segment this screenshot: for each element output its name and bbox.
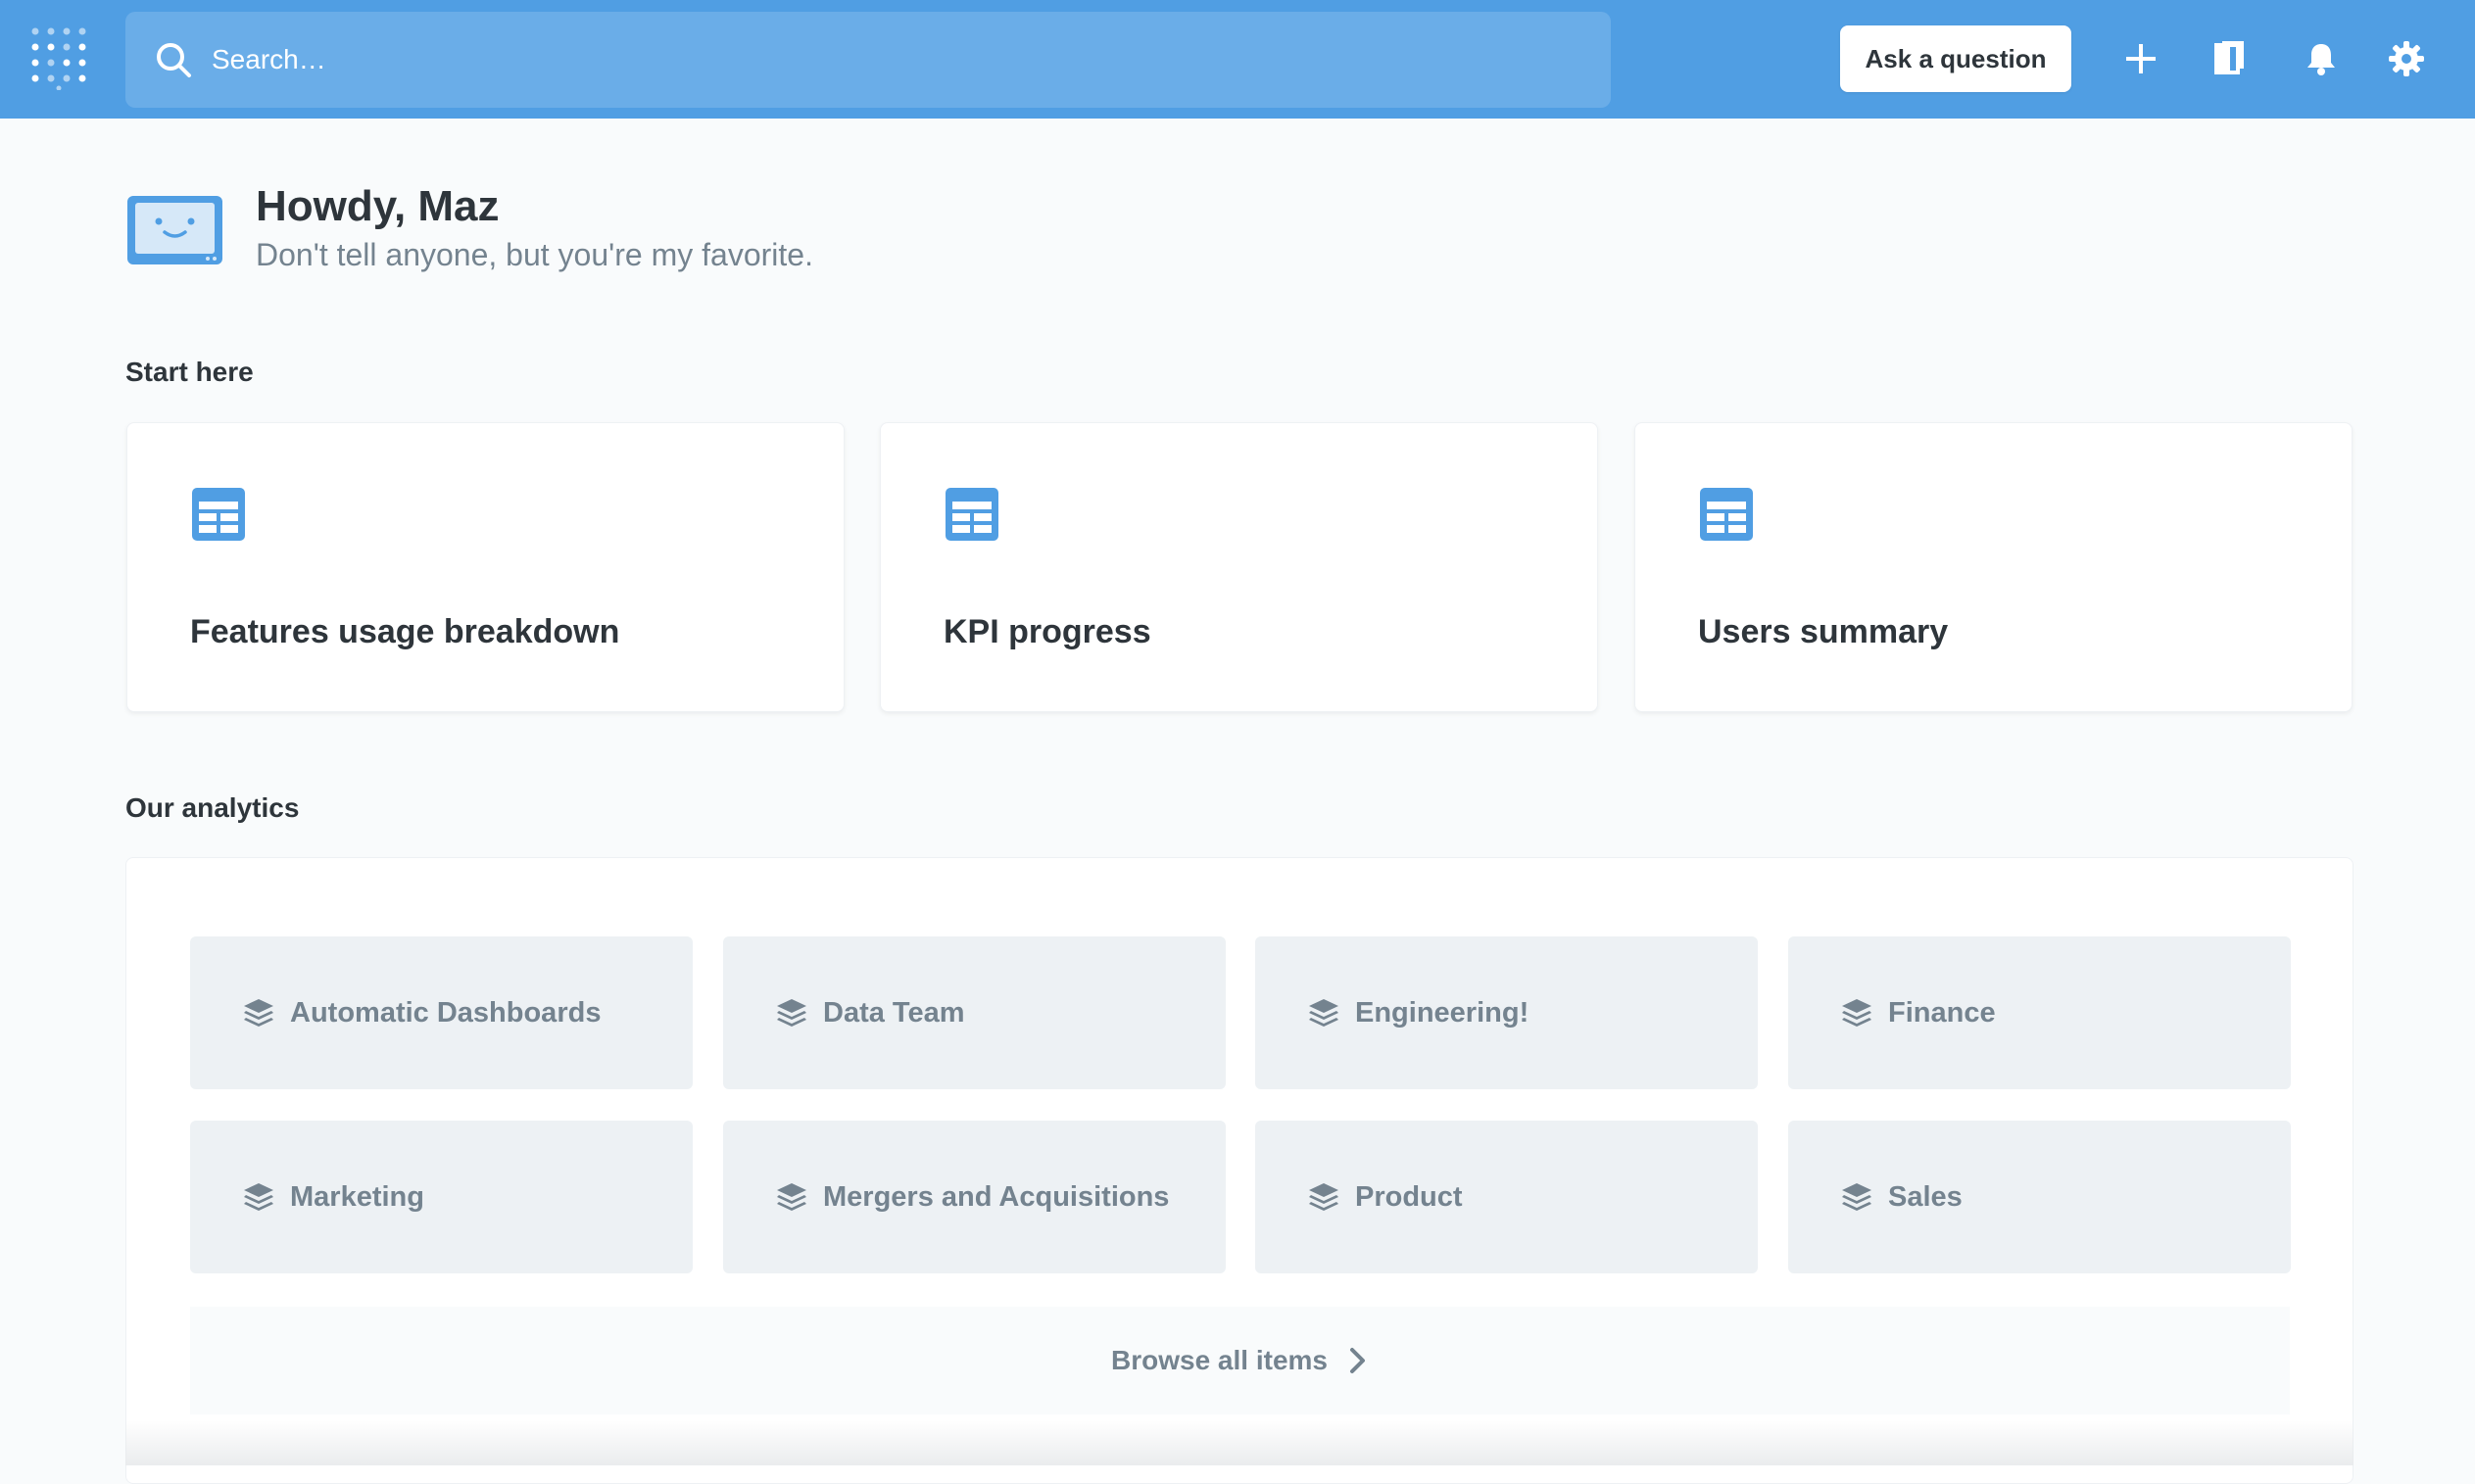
collection-stack-icon bbox=[1307, 996, 1340, 1029]
greeting-subtitle: Don't tell anyone, but you're my favorit… bbox=[256, 237, 813, 272]
metabase-logo-icon[interactable] bbox=[31, 27, 86, 91]
start-here-heading: Start here bbox=[125, 357, 254, 387]
collection-label: Product bbox=[1355, 1180, 1463, 1213]
ask-a-question-button[interactable]: Ask a question bbox=[1840, 25, 2071, 92]
collection-product[interactable]: Product bbox=[1255, 1121, 1758, 1273]
collection-stack-icon bbox=[775, 996, 808, 1029]
collection-stack-icon bbox=[242, 996, 275, 1029]
scroll-fade bbox=[125, 1420, 2354, 1465]
collection-stack-icon bbox=[775, 1180, 808, 1214]
start-card-label: Users summary bbox=[1698, 613, 1949, 650]
dashboard-icon bbox=[944, 486, 1000, 543]
gear-icon[interactable] bbox=[2385, 37, 2428, 80]
start-card-features-usage[interactable]: Features usage breakdown bbox=[126, 422, 845, 712]
our-analytics-heading: Our analytics bbox=[125, 792, 300, 823]
top-navbar: Ask a question bbox=[0, 0, 2475, 119]
bookmark-icon[interactable] bbox=[2207, 37, 2250, 80]
start-card-kpi-progress[interactable]: KPI progress bbox=[880, 422, 1598, 712]
start-card-users-summary[interactable]: Users summary bbox=[1634, 422, 2353, 712]
browse-all-items-label: Browse all items bbox=[1111, 1345, 1328, 1375]
collection-label: Data Team bbox=[823, 996, 965, 1029]
collection-label: Finance bbox=[1888, 996, 1996, 1029]
our-analytics-panel: Automatic Dashboards Data Team Engineeri… bbox=[125, 857, 2354, 1484]
collection-mergers-and-acquisitions[interactable]: Mergers and Acquisitions bbox=[723, 1121, 1226, 1273]
start-card-label: KPI progress bbox=[944, 613, 1151, 650]
dashboard-icon bbox=[190, 486, 247, 543]
collection-engineering[interactable]: Engineering! bbox=[1255, 936, 1758, 1089]
greeting-avatar-icon bbox=[125, 194, 224, 266]
search-bar[interactable] bbox=[125, 12, 1611, 108]
collection-marketing[interactable]: Marketing bbox=[190, 1121, 693, 1273]
collection-label: Marketing bbox=[290, 1180, 424, 1213]
collection-label: Automatic Dashboards bbox=[290, 996, 602, 1029]
collection-data-team[interactable]: Data Team bbox=[723, 936, 1226, 1089]
dashboard-icon bbox=[1698, 486, 1755, 543]
collection-sales[interactable]: Sales bbox=[1788, 1121, 2291, 1273]
collection-label: Engineering! bbox=[1355, 996, 1529, 1029]
chevron-right-icon bbox=[1347, 1347, 1369, 1374]
bell-icon[interactable] bbox=[2300, 37, 2343, 80]
start-card-label: Features usage breakdown bbox=[190, 613, 620, 650]
collection-finance[interactable]: Finance bbox=[1788, 936, 2291, 1089]
collection-stack-icon bbox=[1840, 1180, 1873, 1214]
search-icon bbox=[155, 41, 194, 80]
collection-stack-icon bbox=[242, 1180, 275, 1214]
collection-automatic-dashboards[interactable]: Automatic Dashboards bbox=[190, 936, 693, 1089]
collection-label: Sales bbox=[1888, 1180, 1963, 1213]
search-input[interactable] bbox=[202, 12, 1574, 108]
greeting-title: Howdy, Maz bbox=[256, 182, 500, 230]
collection-label: Mergers and Acquisitions bbox=[823, 1180, 1170, 1213]
collection-stack-icon bbox=[1840, 996, 1873, 1029]
plus-icon[interactable] bbox=[2119, 37, 2162, 80]
collection-stack-icon bbox=[1307, 1180, 1340, 1214]
browse-all-items-link[interactable]: Browse all items bbox=[190, 1307, 2290, 1414]
